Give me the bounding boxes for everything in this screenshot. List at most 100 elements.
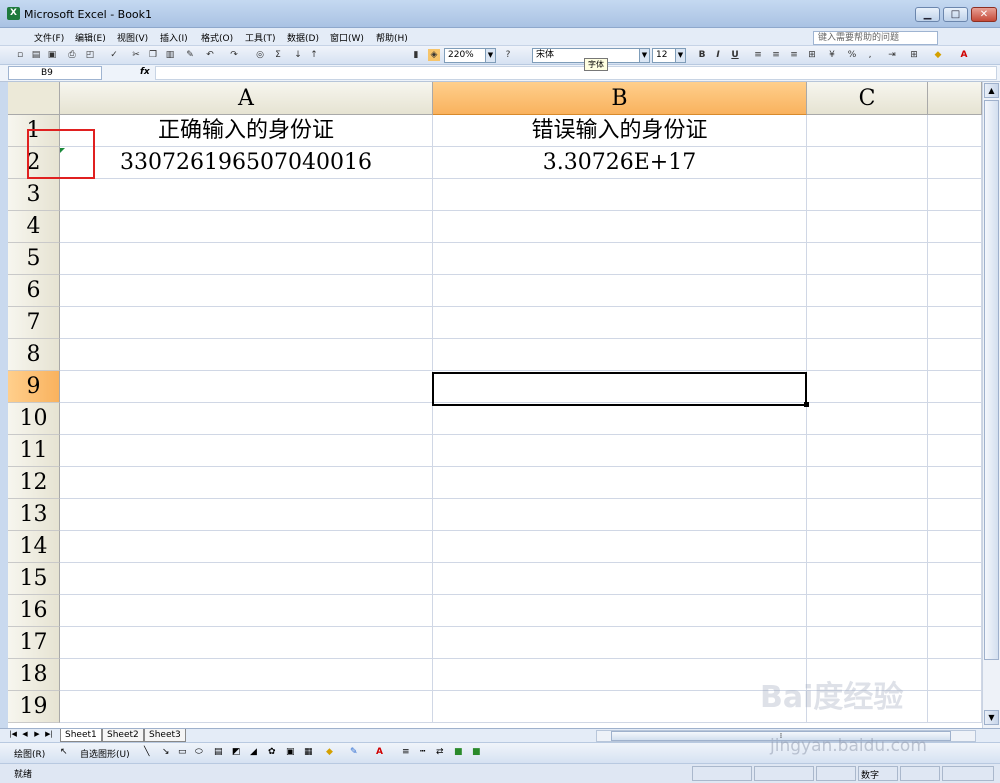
new-icon[interactable]: ▫	[14, 49, 26, 61]
save-icon[interactable]: ▣	[46, 49, 58, 61]
image-icon[interactable]: ▦	[304, 747, 313, 757]
cell-b1[interactable]: 错误输入的身份证	[433, 115, 807, 147]
cell-d6[interactable]	[928, 275, 982, 307]
cell-a10[interactable]	[60, 403, 433, 435]
cell-c15[interactable]	[807, 563, 928, 595]
cell-d14[interactable]	[928, 531, 982, 563]
row-header-4[interactable]: 4	[8, 211, 60, 243]
prev-sheet-icon[interactable]: ◀	[20, 730, 30, 738]
row-header-11[interactable]: 11	[8, 435, 60, 467]
menu-window[interactable]: 窗口(W)	[330, 31, 364, 44]
scroll-down-icon[interactable]: ▼	[984, 710, 999, 725]
vertical-scrollbar[interactable]: ▲ ▼	[982, 82, 1000, 728]
row-header-18[interactable]: 18	[8, 659, 60, 691]
cell-d16[interactable]	[928, 595, 982, 627]
cell-d10[interactable]	[928, 403, 982, 435]
cell-c7[interactable]	[807, 307, 928, 339]
preview-icon[interactable]: ◰	[84, 49, 96, 61]
paste-icon[interactable]: ▥	[164, 49, 176, 61]
formula-input[interactable]	[155, 66, 997, 80]
cell-b18[interactable]	[433, 659, 807, 691]
help-search-input[interactable]: 键入需要帮助的问题	[813, 31, 938, 45]
percent-button[interactable]: %	[846, 49, 858, 61]
sort-desc-icon[interactable]: ↑	[308, 49, 320, 61]
borders-icon[interactable]: ⊞	[908, 49, 920, 61]
cell-b4[interactable]	[433, 211, 807, 243]
cell-a2[interactable]: 330726196507040016	[60, 147, 433, 179]
last-sheet-icon[interactable]: ▶|	[44, 730, 54, 738]
sheet-tab-2[interactable]: Sheet2	[102, 729, 144, 742]
align-right-icon[interactable]: ≡	[788, 49, 800, 61]
row-header-17[interactable]: 17	[8, 627, 60, 659]
cell-d13[interactable]	[928, 499, 982, 531]
cell-a7[interactable]	[60, 307, 433, 339]
cell-b17[interactable]	[433, 627, 807, 659]
cell-c13[interactable]	[807, 499, 928, 531]
row-header-10[interactable]: 10	[8, 403, 60, 435]
cell-c11[interactable]	[807, 435, 928, 467]
cell-b19[interactable]	[433, 691, 807, 723]
clipart-icon[interactable]: ✿	[268, 747, 276, 757]
cell-a3[interactable]	[60, 179, 433, 211]
underline-button[interactable]: U	[729, 49, 741, 61]
select-objects-icon[interactable]: ↖	[60, 747, 68, 757]
cell-c10[interactable]	[807, 403, 928, 435]
merge-center-icon[interactable]: ⊞	[806, 49, 818, 61]
maximize-button[interactable]: □	[943, 7, 968, 22]
row-header-5[interactable]: 5	[8, 243, 60, 275]
cell-d15[interactable]	[928, 563, 982, 595]
cell-a16[interactable]	[60, 595, 433, 627]
cell-a11[interactable]	[60, 435, 433, 467]
redo-icon[interactable]: ↷	[228, 49, 240, 61]
column-header-d[interactable]	[928, 82, 982, 115]
wordart-icon[interactable]: ◩	[232, 747, 241, 757]
column-header-b[interactable]: B	[433, 82, 807, 115]
spelling-icon[interactable]: ✓	[108, 49, 120, 61]
cell-b16[interactable]	[433, 595, 807, 627]
bold-button[interactable]: B	[696, 49, 708, 61]
cell-a14[interactable]	[60, 531, 433, 563]
comma-icon[interactable]: ,	[864, 49, 876, 61]
line-style-icon[interactable]: ≡	[402, 747, 410, 757]
cell-a5[interactable]	[60, 243, 433, 275]
diagram-icon[interactable]: ◢	[250, 747, 257, 757]
cell-b11[interactable]	[433, 435, 807, 467]
copy-icon[interactable]: ❐	[147, 49, 159, 61]
align-left-icon[interactable]: ≡	[752, 49, 764, 61]
cell-d8[interactable]	[928, 339, 982, 371]
menu-data[interactable]: 数据(D)	[287, 31, 319, 44]
row-header-14[interactable]: 14	[8, 531, 60, 563]
print-icon[interactable]: ⎙	[66, 49, 78, 61]
cell-c2[interactable]	[807, 147, 928, 179]
cell-c6[interactable]	[807, 275, 928, 307]
italic-button[interactable]: I	[712, 49, 724, 61]
picture-icon[interactable]: ▣	[286, 747, 295, 757]
cell-c5[interactable]	[807, 243, 928, 275]
row-header-8[interactable]: 8	[8, 339, 60, 371]
fill-color-icon[interactable]: ◆	[932, 49, 944, 61]
row-header-7[interactable]: 7	[8, 307, 60, 339]
cell-b15[interactable]	[433, 563, 807, 595]
sheet-tab-3[interactable]: Sheet3	[144, 729, 186, 742]
cell-a8[interactable]	[60, 339, 433, 371]
row-header-15[interactable]: 15	[8, 563, 60, 595]
cell-a6[interactable]	[60, 275, 433, 307]
sheet-tab-1[interactable]: Sheet1	[60, 729, 102, 742]
active-cell-b9[interactable]	[432, 372, 807, 406]
autosum-icon[interactable]: Σ	[272, 49, 284, 61]
zoom-select[interactable]: 220% ▼	[444, 48, 496, 63]
open-icon[interactable]: ▤	[30, 49, 42, 61]
shadow-icon[interactable]: ■	[454, 747, 463, 757]
cell-b8[interactable]	[433, 339, 807, 371]
row-header-16[interactable]: 16	[8, 595, 60, 627]
cell-b14[interactable]	[433, 531, 807, 563]
cell-b10[interactable]	[433, 403, 807, 435]
cell-a9[interactable]	[60, 371, 433, 403]
cell-c9[interactable]	[807, 371, 928, 403]
line-icon[interactable]: ╲	[144, 747, 149, 757]
cell-a1[interactable]: 正确输入的身份证	[60, 115, 433, 147]
cell-c12[interactable]	[807, 467, 928, 499]
column-header-c[interactable]: C	[807, 82, 928, 115]
arrow-icon[interactable]: ↘	[162, 747, 170, 757]
format-painter-icon[interactable]: ✎	[184, 49, 196, 61]
